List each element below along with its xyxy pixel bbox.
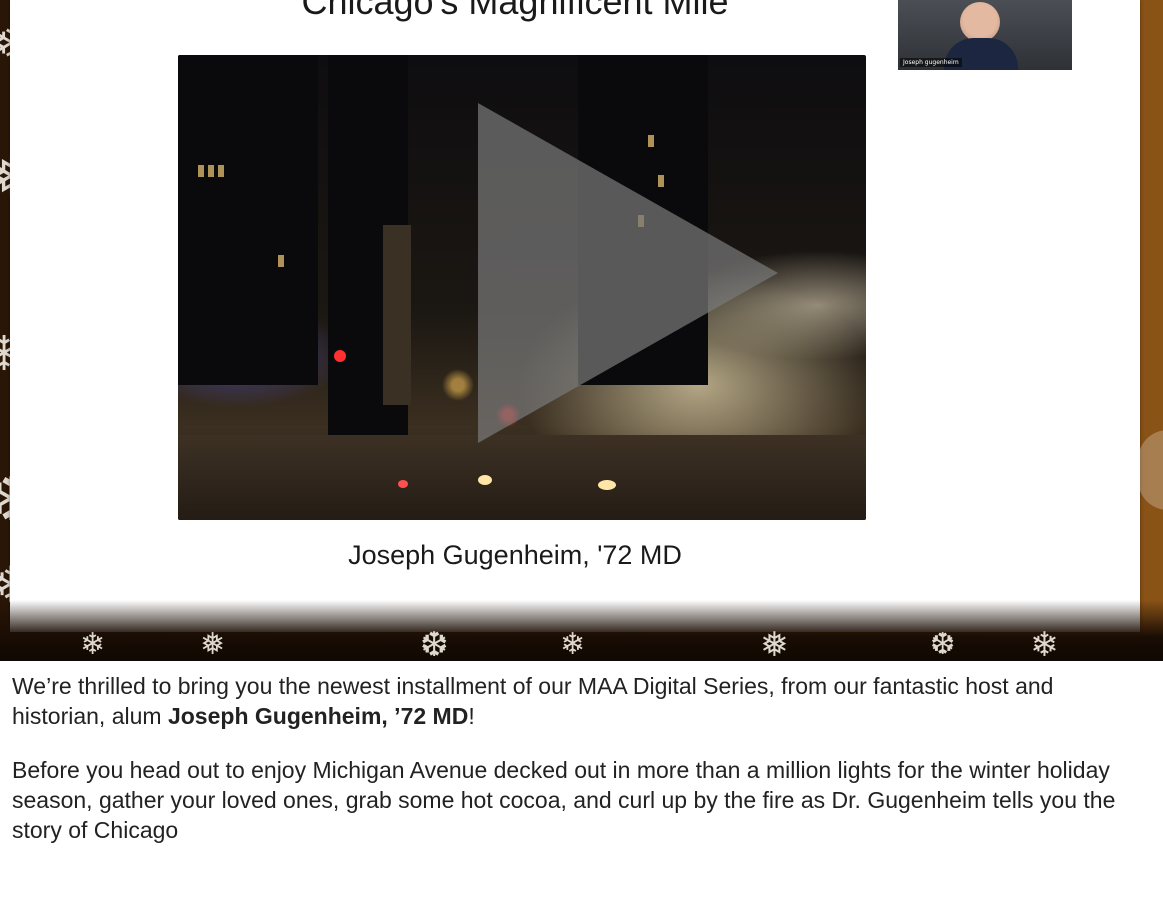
snowflake-icon: ❄ [560,627,586,661]
slide-caption: Joseph Gugenheim, '72 MD [348,540,682,570]
carousel-next-button[interactable] [1138,430,1163,510]
snowflake-icon: ❆ [420,625,449,661]
banner-bottom-decoration: ❄ ❅ ❆ ❄ ❅ ❆ ❄ [0,600,1163,661]
presentation-slide: Chicago's Magnificent Mile Joseph Gugenh… [10,0,1140,632]
host-name: Joseph Gugenheim, ’72 MD [167,703,469,729]
description-paragraph: Before you head out to enjoy Michigan Av… [12,757,1116,843]
play-icon[interactable] [478,103,778,443]
video-thumbnail[interactable] [178,55,866,520]
intro-end: ! [468,703,475,729]
intro-paragraph: We’re thrilled to bring you the newest i… [12,671,1152,731]
presenter-face [960,2,1000,42]
slide-title: Chicago's Magnificent Mile [301,0,729,22]
slide-side-panel [1072,0,1140,632]
snowflake-icon: ❄ [80,627,106,661]
snowflake-icon: ❆ [930,627,956,661]
video-banner[interactable]: ❄ ❅ ❄ ❆ ❄ Chicago's Magnificent Mile Jos… [0,0,1163,661]
webcam-name-label: Joseph gugenheim [900,58,962,67]
snowflake-icon: ❅ [760,625,789,661]
snowflake-icon: ❄ [1030,625,1059,661]
webcam-thumbnail: Joseph gugenheim [898,0,1072,70]
snowflake-icon: ❅ [200,627,226,661]
article-body: We’re thrilled to bring you the newest i… [12,671,1152,869]
